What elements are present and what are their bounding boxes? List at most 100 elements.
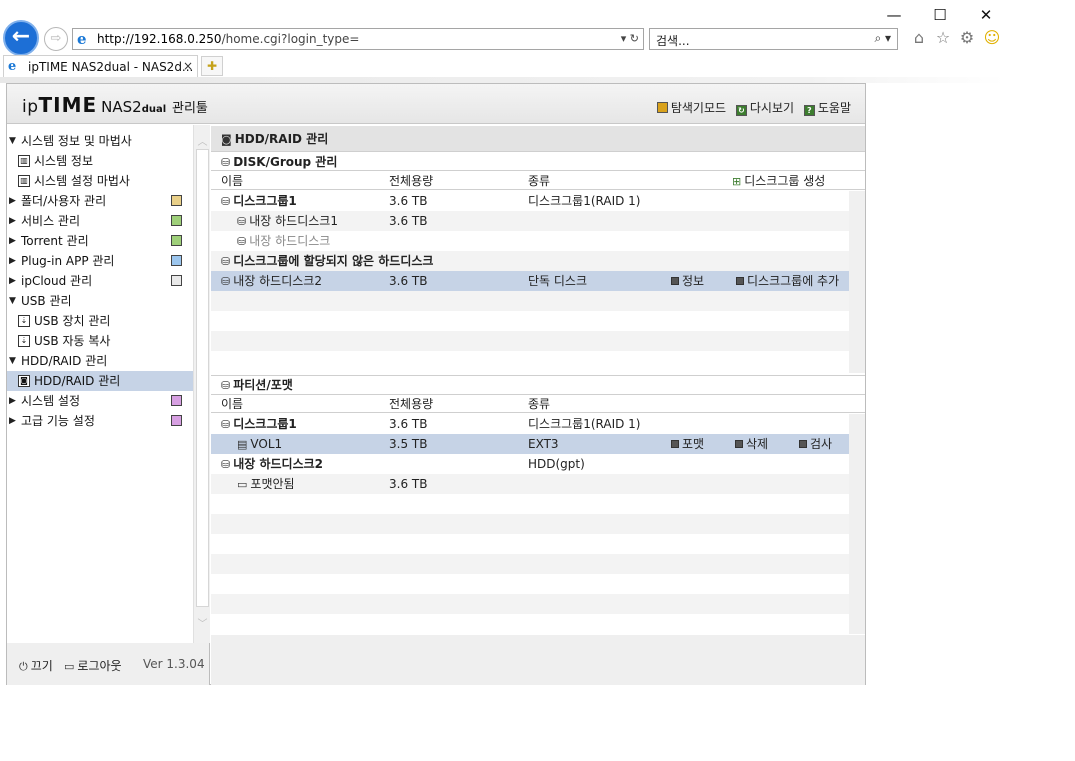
version-label: Ver 1.3.04	[143, 657, 205, 671]
scroll-thumb[interactable]	[196, 149, 209, 607]
minimize-button[interactable]: —	[871, 4, 917, 28]
table-row[interactable]: ⛁ 내장 하드디스크1 3.6 TB	[211, 211, 849, 231]
table-row[interactable]: ⛁ 디스크그룹1 3.6 TB 디스크그룹1(RAID 1)	[211, 191, 849, 211]
back-button[interactable]: ←	[3, 20, 39, 56]
table-row[interactable]: ⛁ 내장 하드디스크	[211, 231, 849, 251]
caret-right-icon[interactable]: ▶	[9, 251, 16, 271]
table-row[interactable]: ▤ VOL1 3.5 TB EXT3 포맷 삭제 검사	[211, 434, 849, 454]
bar-chart-icon: ▥	[18, 155, 30, 167]
col-type: 종류	[528, 397, 551, 411]
caret-right-icon[interactable]: ▶	[9, 411, 16, 431]
partition-icon: ⛁	[221, 379, 231, 392]
sidebar-item[interactable]: ▼ 시스템 정보 및 마법사	[7, 131, 193, 151]
logout-button[interactable]: ▭ 로그아웃	[64, 657, 122, 674]
caret-down-icon[interactable]: ▼	[9, 351, 16, 371]
delete-button[interactable]: 삭제	[735, 434, 768, 454]
sidebar-item[interactable]: ▼ USB 관리	[7, 291, 193, 311]
check-button[interactable]: 검사	[799, 434, 832, 454]
table-row[interactable]: ⛁ 내장 하드디스크2 HDD(gpt)	[211, 454, 849, 474]
info-icon	[671, 277, 679, 285]
sidebar-item-label: HDD/RAID 관리	[21, 354, 108, 368]
row-name: ▤ VOL1	[237, 434, 282, 455]
col-type: 종류	[528, 174, 551, 188]
gear-icon[interactable]: ⚙	[957, 28, 977, 48]
partition-list-scrollbar[interactable]	[849, 414, 865, 634]
table-row[interactable]: ⛁ 디스크그룹에 할당되지 않은 하드디스크	[211, 251, 849, 271]
sidebar-item[interactable]: ▼ HDD/RAID 관리	[7, 351, 193, 371]
search-icon[interactable]: ⌕ ▾	[874, 31, 891, 46]
address-bar[interactable]: e http://192.168.0.250/home.cgi?login_ty…	[72, 28, 644, 50]
empty-row	[211, 351, 849, 371]
sidebar-item[interactable]: ▶ 고급 기능 설정	[7, 411, 193, 431]
create-disk-group-button[interactable]: ⊞ 디스크그룹 생성	[732, 172, 825, 191]
disk-stack-icon: ⛁	[237, 235, 247, 248]
search-input[interactable]: 검색... ⌕ ▾	[649, 28, 898, 50]
sidebar-item-label: 고급 기능 설정	[21, 414, 95, 428]
info-button[interactable]: 정보	[671, 271, 704, 291]
scroll-down-icon[interactable]: ﹀	[194, 615, 211, 630]
table-row[interactable]: ⛁ 내장 하드디스크2 3.6 TB 단독 디스크 정보 디스크그룹에 추가	[211, 271, 849, 291]
sidebar-item[interactable]: ▶ 시스템 설정	[7, 391, 193, 411]
col-capacity: 전체용량	[389, 397, 434, 411]
disk-column-headers: 이름 전체용량 종류 ⊞ 디스크그룹 생성	[211, 172, 865, 190]
power-off-button[interactable]: ⏻ 끄기	[19, 657, 53, 674]
sidebar-item[interactable]: ▶ 서비스 관리	[7, 211, 193, 231]
row-type: HDD(gpt)	[528, 457, 585, 471]
new-tab-button[interactable]: ✚	[201, 56, 223, 76]
sidebar-item-label: USB 자동 복사	[34, 334, 111, 348]
tab-close-icon[interactable]: ×	[183, 59, 193, 73]
sidebar-item[interactable]: ▥ 시스템 설정 마법사	[7, 171, 193, 191]
empty-row	[211, 494, 849, 514]
search-placeholder: 검색...	[656, 34, 690, 48]
caret-down-icon[interactable]: ▼	[9, 131, 16, 151]
caret-right-icon[interactable]: ▶	[9, 191, 16, 211]
explorer-mode-link[interactable]: 탐색기모드	[656, 101, 726, 115]
maximize-button[interactable]: ☐	[917, 4, 963, 28]
sidebar-item-label: USB 장치 관리	[34, 314, 111, 328]
format-button[interactable]: 포맷	[671, 434, 704, 454]
empty-row	[211, 291, 849, 311]
sidebar-item[interactable]: ▶ 폴더/사용자 관리	[7, 191, 193, 211]
sidebar-item[interactable]: ▥ 시스템 정보	[7, 151, 193, 171]
empty-row	[211, 614, 849, 634]
table-row[interactable]: ⛁ 디스크그룹1 3.6 TB 디스크그룹1(RAID 1)	[211, 414, 849, 434]
help-link[interactable]: ? 도움말	[803, 101, 851, 116]
sidebar-item[interactable]: ⇣ USB 자동 복사	[7, 331, 193, 351]
check-icon	[799, 440, 807, 448]
forward-button[interactable]: ⇨	[44, 27, 68, 51]
row-name: ⛁ 디스크그룹1	[221, 414, 297, 435]
caret-right-icon[interactable]: ▶	[9, 211, 16, 231]
row-capacity: 3.6 TB	[389, 214, 428, 228]
disk-stack-icon: ⛁	[221, 275, 231, 288]
usb-icon: ⇣	[18, 315, 30, 327]
sidebar-item-label: 시스템 정보	[34, 154, 94, 168]
smiley-icon[interactable]: ☺	[982, 28, 1002, 48]
sidebar-item[interactable]: ◙ HDD/RAID 관리	[7, 371, 193, 391]
browser-tab[interactable]: e ipTIME NAS2dual - NAS2d... ×	[3, 55, 198, 77]
refresh-icon[interactable]: ▾ ↻	[621, 32, 639, 45]
row-name: ⛁ 디스크그룹1	[221, 191, 297, 212]
caret-right-icon[interactable]: ▶	[9, 391, 16, 411]
explorer-mode-icon	[656, 102, 668, 113]
sidebar-scrollbar[interactable]: ︿ ﹀	[193, 125, 210, 643]
close-window-button[interactable]: ✕	[963, 4, 1009, 28]
sidebar-item[interactable]: ▶ Plug-in APP 관리	[7, 251, 193, 271]
caret-right-icon[interactable]: ▶	[9, 231, 16, 251]
empty-row	[211, 331, 849, 351]
home-icon[interactable]: ⌂	[909, 28, 929, 48]
scroll-up-icon[interactable]: ︿	[194, 133, 211, 148]
caret-down-icon[interactable]: ▼	[9, 291, 16, 311]
row-capacity: 3.5 TB	[389, 437, 428, 451]
plugin-icon	[171, 255, 182, 266]
star-icon[interactable]: ☆	[933, 28, 953, 48]
reload-link[interactable]: ↻ 다시보기	[735, 101, 794, 116]
add-to-group-button[interactable]: 디스크그룹에 추가	[736, 271, 839, 291]
caret-right-icon[interactable]: ▶	[9, 271, 16, 291]
partition-column-headers: 이름 전체용량 종류	[211, 395, 865, 413]
sidebar-item[interactable]: ▶ ipCloud 관리	[7, 271, 193, 291]
service-icon	[171, 215, 182, 226]
table-row[interactable]: ▭ 포맷안됨 3.6 TB	[211, 474, 849, 494]
sidebar-item[interactable]: ▶ Torrent 관리	[7, 231, 193, 251]
sidebar-item[interactable]: ⇣ USB 장치 관리	[7, 311, 193, 331]
disk-list-scrollbar[interactable]	[849, 191, 865, 373]
